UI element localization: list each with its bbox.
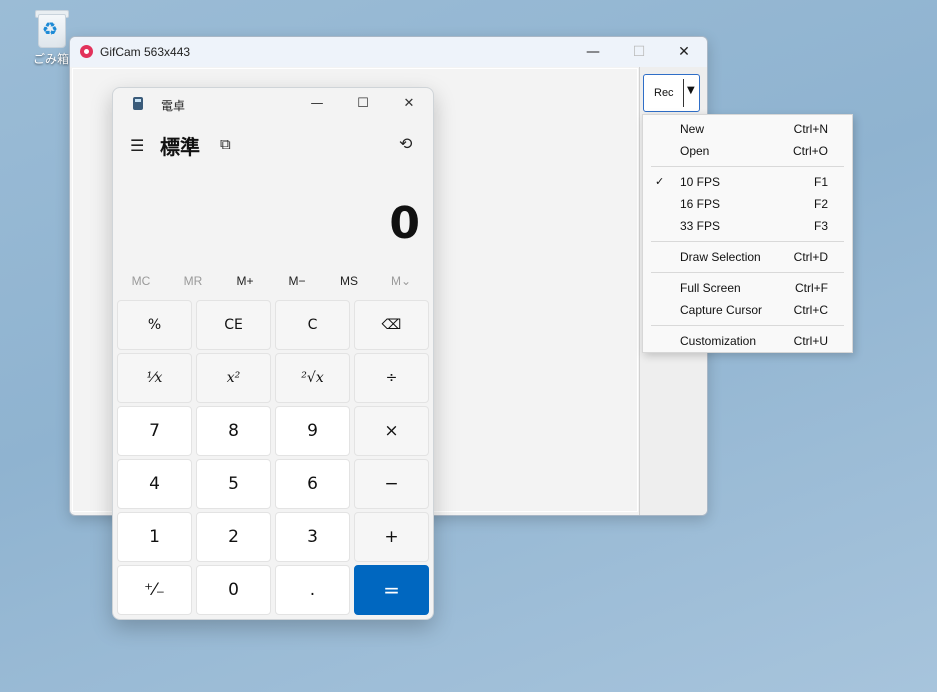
menu-item-shortcut: Ctrl+U xyxy=(794,334,828,348)
mode-title: 標準 xyxy=(160,131,200,160)
negate-button[interactable]: ⁺⁄₋ xyxy=(117,565,192,615)
history-icon[interactable]: ⟲ xyxy=(399,134,412,153)
calc-maximize-button[interactable]: ☐ xyxy=(340,88,386,120)
digit-7-button[interactable]: 7 xyxy=(117,406,192,456)
menu-item-capture-cursor[interactable]: Capture Cursor Ctrl+C xyxy=(643,299,852,321)
backspace-button[interactable]: ⌫ xyxy=(354,300,429,350)
menu-item-shortcut: F2 xyxy=(814,197,828,211)
clear-entry-button[interactable]: CE xyxy=(196,300,271,350)
menu-item-shortcut: Ctrl+C xyxy=(794,303,828,317)
memory-row: MC MR M+ M− MS M⌄ xyxy=(113,274,433,294)
minimize-button[interactable]: — xyxy=(570,37,616,67)
calc-minimize-button[interactable]: — xyxy=(294,88,340,120)
gifcam-titlebar[interactable]: GifCam 563x443 — ☐ ✕ xyxy=(70,37,707,67)
gifcam-app-icon xyxy=(80,45,93,58)
menu-item-16fps[interactable]: 16 FPS F2 xyxy=(643,193,852,215)
menu-item-shortcut: F1 xyxy=(814,175,828,189)
recycle-bin-label: ごみ箱 xyxy=(28,50,74,67)
rec-label: Rec xyxy=(654,87,674,99)
plus-button[interactable]: + xyxy=(354,512,429,562)
menu-item-new[interactable]: New Ctrl+N xyxy=(643,118,852,140)
digit-8-button[interactable]: 8 xyxy=(196,406,271,456)
menu-item-label: Customization xyxy=(680,334,756,348)
memory-subtract-button[interactable]: M− xyxy=(271,274,323,288)
menu-item-shortcut: Ctrl+N xyxy=(794,122,828,136)
recycle-bin-desktop-icon[interactable]: ♻ ごみ箱 xyxy=(28,8,74,67)
percent-button[interactable]: % xyxy=(117,300,192,350)
digit-2-button[interactable]: 2 xyxy=(196,512,271,562)
menu-separator xyxy=(651,272,844,273)
divide-button[interactable]: ÷ xyxy=(354,353,429,403)
digit-3-button[interactable]: 3 xyxy=(275,512,350,562)
equals-button[interactable]: = xyxy=(354,565,429,615)
menu-item-shortcut: Ctrl+F xyxy=(795,281,828,295)
memory-store-button[interactable]: MS xyxy=(323,274,375,288)
calculator-title: 電卓 xyxy=(161,97,185,114)
close-button[interactable]: ✕ xyxy=(661,37,707,67)
calc-close-button[interactable]: ✕ xyxy=(386,88,432,120)
reciprocal-label: ¹⁄x xyxy=(147,370,163,386)
menu-item-10fps[interactable]: ✓ 10 FPS F1 xyxy=(643,171,852,193)
recycle-bin-icon: ♻ xyxy=(34,8,68,48)
menu-icon[interactable]: ☰ xyxy=(130,136,144,155)
menu-item-label: Open xyxy=(680,144,709,158)
memory-add-button[interactable]: M+ xyxy=(219,274,271,288)
calculator-titlebar[interactable]: 電卓 — ☐ ✕ xyxy=(113,88,433,120)
digit-9-button[interactable]: 9 xyxy=(275,406,350,456)
reciprocal-button[interactable]: ¹⁄x xyxy=(117,353,192,403)
square-root-button[interactable]: ²√x xyxy=(275,353,350,403)
decimal-button[interactable]: . xyxy=(275,565,350,615)
rec-button[interactable]: Rec ▼ xyxy=(643,74,700,112)
rec-divider xyxy=(683,79,684,107)
menu-item-label: Draw Selection xyxy=(680,250,761,264)
memory-recall-button[interactable]: MR xyxy=(167,274,219,288)
menu-item-label: 16 FPS xyxy=(680,197,720,211)
memory-clear-button[interactable]: MC xyxy=(115,274,167,288)
menu-item-label: Full Screen xyxy=(680,281,741,295)
clear-button[interactable]: C xyxy=(275,300,350,350)
menu-item-label: Capture Cursor xyxy=(680,303,762,317)
square-label: x² xyxy=(227,370,241,386)
square-root-label: ²√x xyxy=(301,370,323,386)
gifcam-title: GifCam 563x443 xyxy=(100,45,190,59)
menu-item-customization[interactable]: Customization Ctrl+U xyxy=(643,330,852,352)
menu-item-label: 10 FPS xyxy=(680,175,720,189)
menu-item-open[interactable]: Open Ctrl+O xyxy=(643,140,852,162)
square-button[interactable]: x² xyxy=(196,353,271,403)
menu-item-label: New xyxy=(680,122,704,136)
menu-item-shortcut: F3 xyxy=(814,219,828,233)
menu-item-full-screen[interactable]: Full Screen Ctrl+F xyxy=(643,277,852,299)
menu-separator xyxy=(651,241,844,242)
multiply-button[interactable]: × xyxy=(354,406,429,456)
digit-4-button[interactable]: 4 xyxy=(117,459,192,509)
maximize-button[interactable]: ☐ xyxy=(616,37,662,67)
menu-item-draw-selection[interactable]: Draw Selection Ctrl+D xyxy=(643,246,852,268)
menu-item-33fps[interactable]: 33 FPS F3 xyxy=(643,215,852,237)
calculator-display: 0 xyxy=(389,198,420,249)
keep-on-top-icon[interactable]: ⧉ xyxy=(220,135,231,153)
menu-separator xyxy=(651,325,844,326)
menu-item-shortcut: Ctrl+O xyxy=(793,144,828,158)
minus-button[interactable]: − xyxy=(354,459,429,509)
menu-item-shortcut: Ctrl+D xyxy=(794,250,828,264)
calculator-app-icon xyxy=(133,97,143,110)
menu-separator xyxy=(651,166,844,167)
dropdown-arrow-icon[interactable]: ▼ xyxy=(687,85,695,96)
memory-list-button[interactable]: M⌄ xyxy=(375,274,427,288)
digit-6-button[interactable]: 6 xyxy=(275,459,350,509)
digit-1-button[interactable]: 1 xyxy=(117,512,192,562)
rec-dropdown-menu: New Ctrl+N Open Ctrl+O ✓ 10 FPS F1 16 FP… xyxy=(642,114,853,353)
digit-5-button[interactable]: 5 xyxy=(196,459,271,509)
menu-item-label: 33 FPS xyxy=(680,219,720,233)
digit-0-button[interactable]: 0 xyxy=(196,565,271,615)
menu-check-icon: ✓ xyxy=(655,175,664,188)
calculator-window: 電卓 — ☐ ✕ ☰ 標準 ⧉ ⟲ 0 MC MR M+ M− MS M⌄ % … xyxy=(112,87,434,620)
